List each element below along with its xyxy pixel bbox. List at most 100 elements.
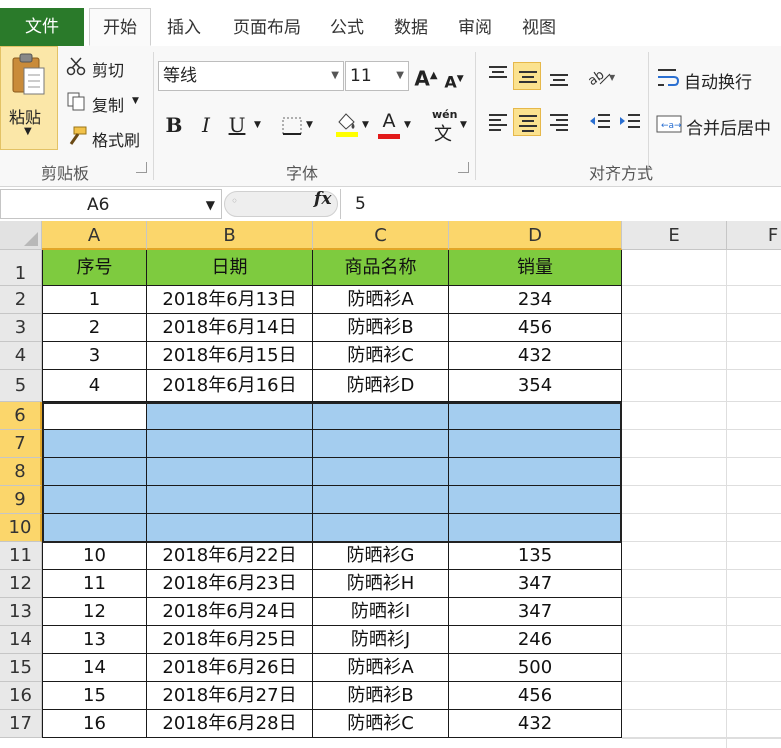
table-cell[interactable]: 防晒衫I: [313, 598, 449, 626]
chevron-down-icon[interactable]: ▼: [306, 120, 313, 130]
table-cell[interactable]: 16: [42, 710, 147, 738]
tab-data[interactable]: 数据: [390, 10, 432, 46]
paste-button[interactable]: 粘贴 ▼: [0, 46, 58, 150]
row-header-14[interactable]: 14: [0, 626, 42, 654]
table-cell[interactable]: 防晒衫D: [313, 370, 449, 402]
table-cell[interactable]: [313, 402, 449, 430]
table-cell[interactable]: 234: [449, 286, 622, 314]
shrink-font-button[interactable]: A▼: [442, 66, 466, 92]
decrease-indent-icon[interactable]: [588, 112, 612, 132]
table-cell[interactable]: 10: [42, 542, 147, 570]
font-name-combo[interactable]: 等线 ▼: [158, 61, 344, 91]
table-cell[interactable]: 防晒衫A: [313, 654, 449, 682]
table-cell[interactable]: 2018年6月27日: [147, 682, 313, 710]
table-cell[interactable]: 2018年6月14日: [147, 314, 313, 342]
table-cell[interactable]: 15: [42, 682, 147, 710]
bold-button[interactable]: B: [162, 112, 186, 138]
format-painter-button[interactable]: 格式刷: [92, 127, 140, 151]
tab-review[interactable]: 审阅: [454, 10, 496, 46]
merge-center-button[interactable]: 合并后居中: [686, 114, 771, 139]
align-right-button[interactable]: [545, 108, 573, 136]
tab-page-layout[interactable]: 页面布局: [228, 10, 306, 46]
spreadsheet-grid[interactable]: ABCDEF 1 2 3 4 5 6 7 8 9 10 11 12 13 14 15 16 17 序号 日期 商品名…: [0, 221, 781, 748]
tab-insert[interactable]: 插入: [163, 10, 205, 46]
table-cell[interactable]: 防晒衫C: [313, 710, 449, 738]
clipboard-launcher-icon[interactable]: [136, 162, 147, 173]
align-left-button[interactable]: [484, 108, 512, 136]
column-header-a[interactable]: A: [42, 221, 147, 250]
increase-indent-icon[interactable]: [618, 112, 642, 132]
table-cell[interactable]: 432: [449, 710, 622, 738]
table-cell[interactable]: [313, 458, 449, 486]
font-color-icon[interactable]: A: [377, 108, 401, 134]
italic-button[interactable]: I: [194, 112, 218, 138]
table-cell[interactable]: 2018年6月24日: [147, 598, 313, 626]
select-all-button[interactable]: [0, 221, 42, 250]
table-header-cell[interactable]: 销量: [449, 250, 622, 286]
chevron-down-icon[interactable]: ▼: [132, 96, 139, 106]
table-cell[interactable]: 2018年6月13日: [147, 286, 313, 314]
table-cell[interactable]: 2018年6月16日: [147, 370, 313, 402]
tab-formulas[interactable]: 公式: [326, 10, 368, 46]
row-header-8[interactable]: 8: [0, 458, 42, 486]
font-size-combo[interactable]: 11 ▼: [345, 61, 409, 91]
table-header-cell[interactable]: 序号: [42, 250, 147, 286]
insert-function-icon[interactable]: fx: [314, 189, 331, 209]
table-cell[interactable]: 防晒衫B: [313, 314, 449, 342]
tab-home[interactable]: 开始: [89, 8, 151, 46]
table-cell[interactable]: 1: [42, 286, 147, 314]
table-cell[interactable]: 354: [449, 370, 622, 402]
row-header-12[interactable]: 12: [0, 570, 42, 598]
table-cell[interactable]: 12: [42, 598, 147, 626]
align-top-button[interactable]: [484, 62, 512, 90]
chevron-down-icon[interactable]: ▼: [206, 190, 215, 220]
table-cell[interactable]: 2: [42, 314, 147, 342]
table-cell[interactable]: 456: [449, 314, 622, 342]
table-cell[interactable]: [449, 430, 622, 458]
table-cell[interactable]: 456: [449, 682, 622, 710]
column-header-b[interactable]: B: [147, 221, 313, 250]
table-cell[interactable]: [449, 402, 622, 430]
chevron-down-icon[interactable]: ▼: [254, 120, 261, 130]
table-cell[interactable]: [147, 514, 313, 542]
wrap-text-button[interactable]: 自动换行: [684, 68, 752, 93]
table-header-cell[interactable]: 商品名称: [313, 250, 449, 286]
table-cell[interactable]: [147, 402, 313, 430]
table-cell[interactable]: 防晒衫C: [313, 342, 449, 370]
orientation-icon[interactable]: ab ▼: [586, 66, 616, 88]
table-header-cell[interactable]: 日期: [147, 250, 313, 286]
table-cell[interactable]: 防晒衫G: [313, 542, 449, 570]
table-cell[interactable]: [313, 514, 449, 542]
table-cell[interactable]: 246: [449, 626, 622, 654]
table-cell[interactable]: 347: [449, 598, 622, 626]
table-cell[interactable]: 11: [42, 570, 147, 598]
phonetic-guide-button[interactable]: wén 文: [430, 108, 460, 145]
table-cell[interactable]: 4: [42, 370, 147, 402]
row-header-5[interactable]: 5: [0, 370, 42, 402]
chevron-down-icon[interactable]: ▼: [404, 120, 411, 130]
row-header-13[interactable]: 13: [0, 598, 42, 626]
table-cell[interactable]: 防晒衫J: [313, 626, 449, 654]
row-header-2[interactable]: 2: [0, 286, 42, 314]
row-header-1[interactable]: 1: [0, 250, 42, 286]
font-launcher-icon[interactable]: [458, 162, 469, 173]
table-cell[interactable]: [313, 486, 449, 514]
column-header-d[interactable]: D: [449, 221, 622, 250]
column-header-c[interactable]: C: [313, 221, 449, 250]
table-cell[interactable]: 14: [42, 654, 147, 682]
row-header-9[interactable]: 9: [0, 486, 42, 514]
table-cell[interactable]: [449, 486, 622, 514]
table-cell[interactable]: 防晒衫B: [313, 682, 449, 710]
table-cell[interactable]: 432: [449, 342, 622, 370]
table-cell[interactable]: 防晒衫H: [313, 570, 449, 598]
tab-view[interactable]: 视图: [518, 10, 560, 46]
table-cell[interactable]: 135: [449, 542, 622, 570]
copy-button[interactable]: 复制: [92, 92, 124, 116]
table-cell[interactable]: 13: [42, 626, 147, 654]
formula-input[interactable]: 5: [340, 189, 780, 219]
table-cell[interactable]: [147, 430, 313, 458]
row-header-16[interactable]: 16: [0, 682, 42, 710]
table-cell[interactable]: 防晒衫A: [313, 286, 449, 314]
row-header-3[interactable]: 3: [0, 314, 42, 342]
tab-file[interactable]: 文件: [0, 8, 84, 46]
